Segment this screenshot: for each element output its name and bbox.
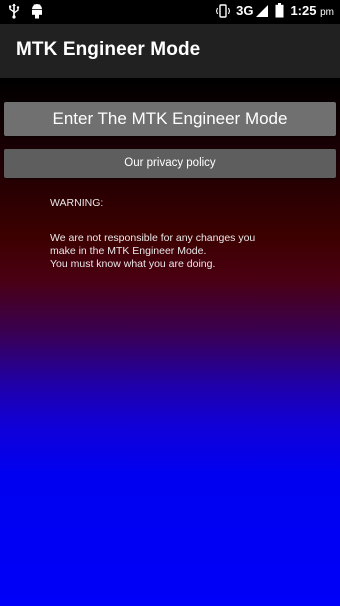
battery-icon: [275, 3, 284, 18]
app-title: MTK Engineer Mode: [16, 39, 201, 60]
privacy-policy-button[interactable]: Our privacy policy: [4, 149, 336, 178]
warning-message: We are not responsible for any changes y…: [50, 232, 300, 271]
app-bar: MTK Engineer Mode: [0, 24, 340, 78]
clock: 1:25 pm: [290, 3, 334, 18]
android-debug-icon: [30, 3, 44, 19]
usb-icon: [8, 3, 20, 19]
main-content: Enter The MTK Engineer Mode Our privacy …: [0, 78, 340, 606]
signal-icon: [256, 4, 269, 18]
vibrate-icon: [216, 3, 231, 18]
warning-line: You must know what you are doing.: [50, 258, 216, 270]
warning-title: WARNING:: [50, 197, 104, 209]
enter-engineer-mode-button[interactable]: Enter The MTK Engineer Mode: [4, 102, 336, 136]
warning-line: make in the MTK Engineer Mode.: [50, 245, 207, 257]
network-type-label: 3G: [236, 3, 254, 18]
warning-line: We are not responsible for any changes y…: [50, 232, 256, 244]
status-bar: 3G 1:25 pm: [0, 0, 340, 24]
